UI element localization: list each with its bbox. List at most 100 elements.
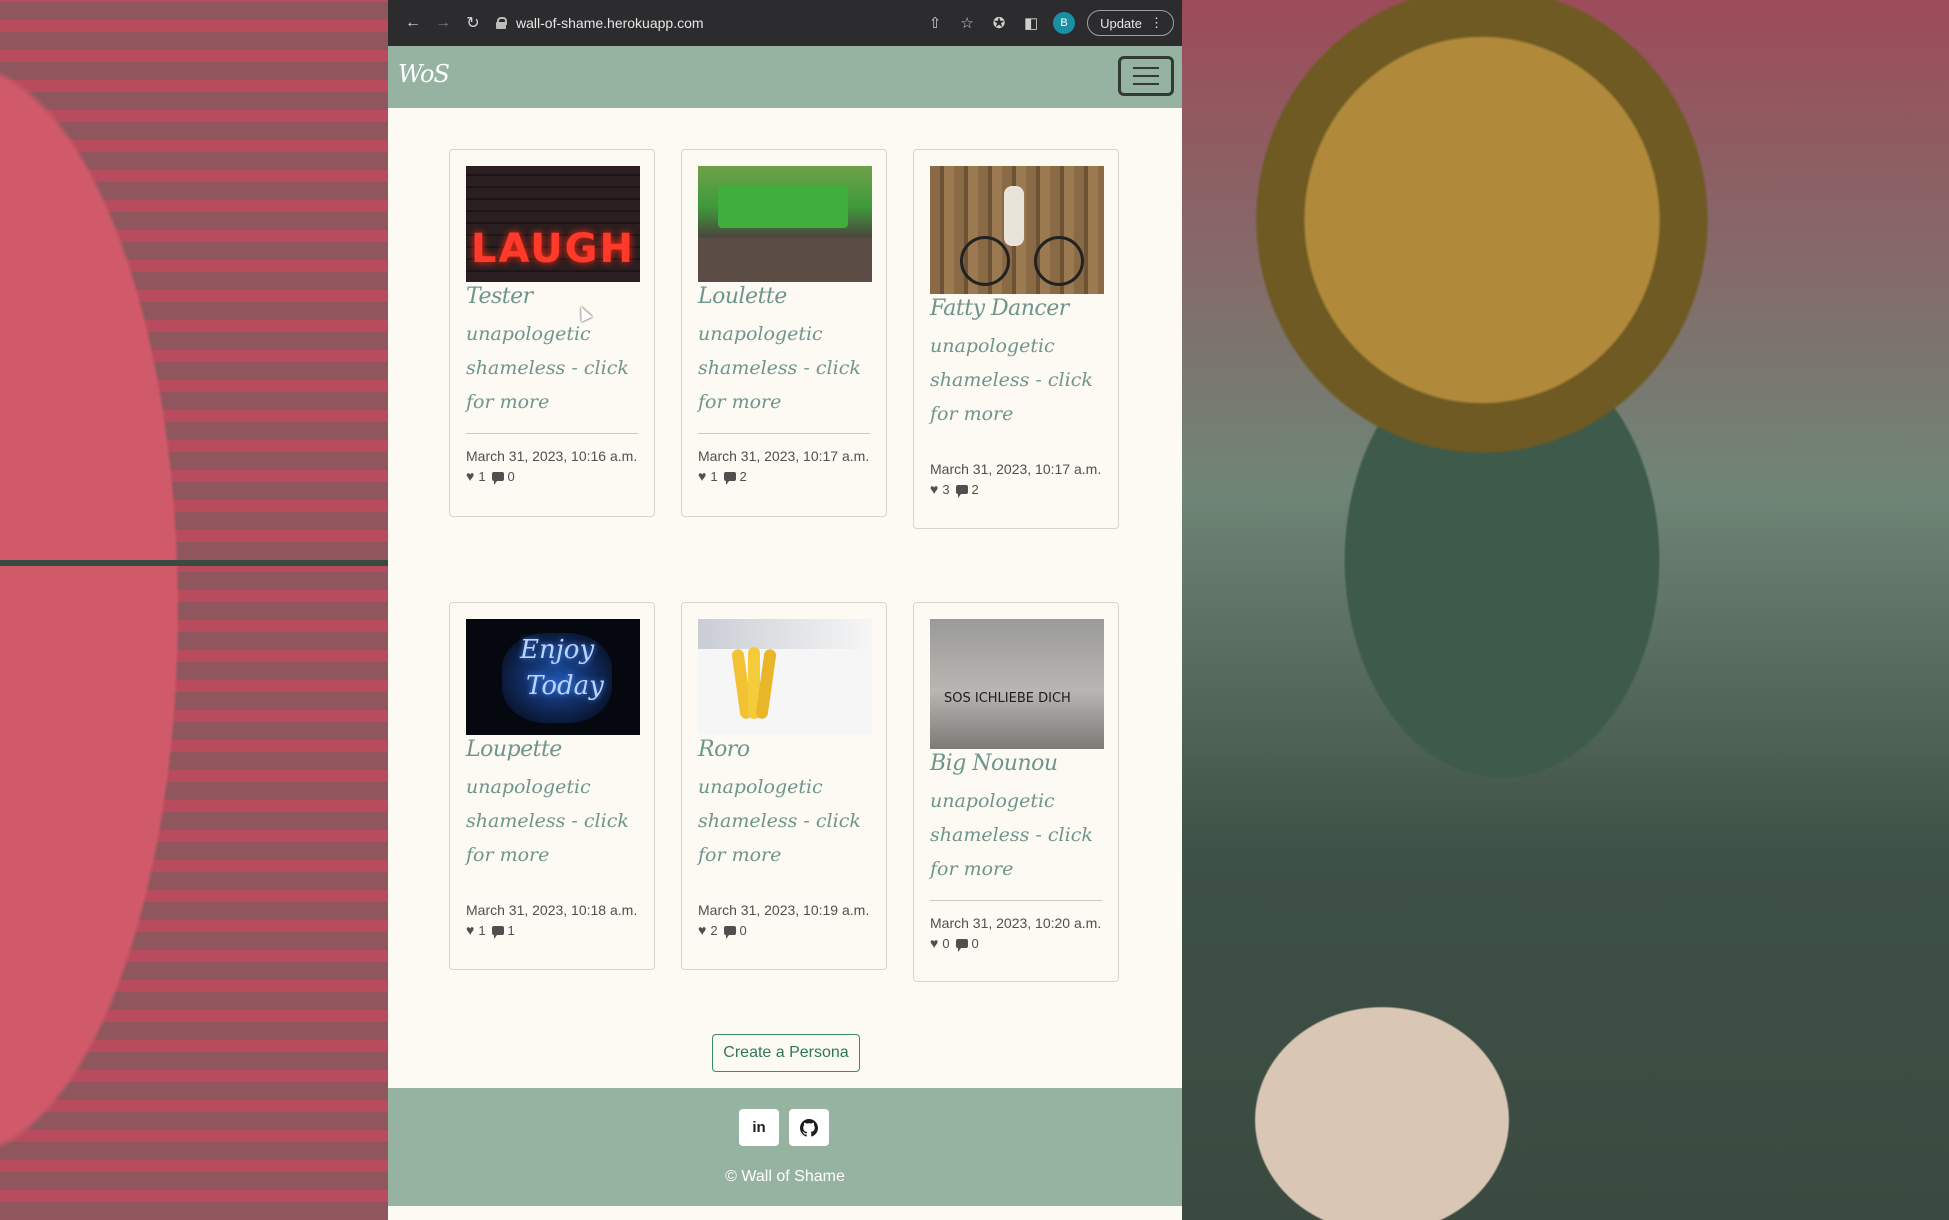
- persona-stats: ♥ 0 0: [930, 935, 1102, 952]
- update-label: Update: [1100, 15, 1142, 31]
- side-panel-icon[interactable]: ◧: [1021, 13, 1041, 33]
- social-links: in: [739, 1109, 829, 1146]
- persona-date: March 31, 2023, 10:20 a.m.: [930, 915, 1102, 931]
- persona-stats: ♥ 2 0: [698, 922, 870, 939]
- persona-stats: ♥ 1 2: [698, 468, 870, 485]
- comment-icon[interactable]: [723, 471, 736, 485]
- comments-count: 0: [507, 468, 515, 484]
- persona-card[interactable]: LAUGH Tester unapologetic shameless - cl…: [449, 149, 655, 517]
- persona-date: March 31, 2023, 10:17 a.m.: [930, 461, 1102, 477]
- site-footer: in © Wall of Shame: [388, 1088, 1182, 1206]
- likes-count: 0: [942, 935, 950, 951]
- persona-name[interactable]: Big Nounou: [930, 751, 1102, 776]
- brand-logo[interactable]: WoS: [398, 60, 450, 88]
- lock-icon: [496, 17, 507, 29]
- back-icon[interactable]: ←: [400, 10, 426, 36]
- likes-count: 1: [710, 468, 718, 484]
- persona-name[interactable]: Fatty Dancer: [930, 296, 1102, 321]
- persona-description[interactable]: unapologetic shameless - click for more: [698, 317, 870, 419]
- reload-icon[interactable]: ↻: [460, 10, 486, 36]
- persona-image[interactable]: [698, 619, 872, 735]
- comment-icon[interactable]: [723, 925, 736, 939]
- today-sign-text: Today: [526, 671, 604, 701]
- persona-stats: ♥ 3 2: [930, 481, 1102, 498]
- bookmark-star-icon[interactable]: ☆: [957, 13, 977, 33]
- address-bar[interactable]: wall-of-shame.herokuapp.com: [496, 15, 704, 31]
- desktop-wallpaper-left: [0, 0, 388, 1220]
- persona-image[interactable]: [930, 166, 1104, 294]
- persona-image[interactable]: LAUGH: [466, 166, 640, 282]
- share-icon[interactable]: ⇧: [925, 13, 945, 33]
- site-navbar: WoS: [388, 46, 1182, 108]
- browser-window: ← → ↻ wall-of-shame.herokuapp.com ⇧ ☆ ✪ …: [388, 0, 1182, 1220]
- persona-stats: ♥ 1 0: [466, 468, 638, 485]
- persona-date: March 31, 2023, 10:18 a.m.: [466, 902, 638, 918]
- github-button[interactable]: [789, 1109, 829, 1146]
- likes-count: 1: [478, 922, 486, 938]
- persona-card[interactable]: Fatty Dancer unapologetic shameless - cl…: [913, 149, 1119, 529]
- comments-count: 2: [739, 468, 747, 484]
- likes-count: 2: [710, 922, 718, 938]
- github-icon: [800, 1118, 818, 1137]
- persona-description[interactable]: unapologetic shameless - click for more: [466, 770, 638, 872]
- hamburger-icon-bar: [1133, 67, 1159, 69]
- menu-toggle-button[interactable]: [1118, 56, 1174, 96]
- persona-name[interactable]: Tester: [466, 284, 638, 309]
- heart-icon[interactable]: ♥: [466, 922, 474, 938]
- comment-icon[interactable]: [491, 471, 504, 485]
- persona-description[interactable]: unapologetic shameless - click for more: [930, 784, 1102, 886]
- comments-count: 2: [971, 481, 979, 497]
- divider: [930, 900, 1102, 901]
- profile-avatar[interactable]: B: [1053, 12, 1076, 34]
- comment-icon[interactable]: [955, 938, 968, 952]
- update-button[interactable]: Update ⋮: [1087, 10, 1174, 36]
- persona-description[interactable]: unapologetic shameless - click for more: [698, 770, 870, 872]
- hamburger-icon-bar: [1133, 75, 1159, 77]
- copyright-text: © Wall of Shame: [725, 1168, 845, 1185]
- heart-icon[interactable]: ♥: [930, 935, 938, 951]
- linkedin-button[interactable]: in: [739, 1109, 779, 1146]
- persona-card[interactable]: Loulette unapologetic shameless - click …: [681, 149, 887, 517]
- persona-image[interactable]: Enjoy Today: [466, 619, 640, 735]
- extensions-icon[interactable]: ✪: [989, 13, 1009, 33]
- divider: [466, 433, 638, 434]
- comment-icon[interactable]: [955, 484, 968, 498]
- persona-name[interactable]: Loupette: [466, 737, 638, 762]
- persona-grid: LAUGH Tester unapologetic shameless - cl…: [388, 108, 1182, 1088]
- likes-count: 3: [942, 481, 950, 497]
- linkedin-icon: in: [752, 1119, 766, 1136]
- heart-icon[interactable]: ♥: [466, 468, 474, 484]
- persona-image[interactable]: SOS ICHLIEBE DICH: [930, 619, 1104, 749]
- likes-count: 1: [478, 468, 486, 484]
- create-persona-button[interactable]: Create a Persona: [712, 1034, 860, 1072]
- persona-card[interactable]: SOS ICHLIEBE DICH Big Nounou unapologeti…: [913, 602, 1119, 982]
- heart-icon[interactable]: ♥: [930, 481, 938, 497]
- persona-name[interactable]: Loulette: [698, 284, 870, 309]
- persona-date: March 31, 2023, 10:19 a.m.: [698, 902, 870, 918]
- laugh-sign-text: LAUGH: [470, 226, 635, 272]
- comment-icon[interactable]: [491, 925, 504, 939]
- desktop-wallpaper-right: [1182, 0, 1949, 1220]
- hamburger-icon-bar: [1133, 83, 1159, 85]
- persona-name[interactable]: Roro: [698, 737, 870, 762]
- persona-card[interactable]: Roro unapologetic shameless - click for …: [681, 602, 887, 970]
- url-text[interactable]: wall-of-shame.herokuapp.com: [516, 15, 704, 31]
- browser-toolbar: ← → ↻ wall-of-shame.herokuapp.com ⇧ ☆ ✪ …: [388, 0, 1182, 46]
- comments-count: 0: [739, 922, 747, 938]
- enjoy-sign-text: Enjoy: [520, 635, 595, 665]
- persona-card[interactable]: Enjoy Today Loupette unapologetic shamel…: [449, 602, 655, 970]
- graffiti-text: SOS ICHLIEBE DICH: [944, 691, 1071, 706]
- persona-description[interactable]: unapologetic shameless - click for more: [466, 317, 638, 419]
- more-menu-icon: ⋮: [1150, 15, 1163, 30]
- forward-icon[interactable]: →: [430, 10, 456, 36]
- persona-image[interactable]: [698, 166, 872, 282]
- persona-description[interactable]: unapologetic shameless - click for more: [930, 329, 1102, 431]
- persona-date: March 31, 2023, 10:17 a.m.: [698, 448, 870, 464]
- comments-count: 1: [507, 922, 515, 938]
- persona-date: March 31, 2023, 10:16 a.m.: [466, 448, 638, 464]
- heart-icon[interactable]: ♥: [698, 468, 706, 484]
- persona-stats: ♥ 1 1: [466, 922, 638, 939]
- heart-icon[interactable]: ♥: [698, 922, 706, 938]
- comments-count: 0: [971, 935, 979, 951]
- divider: [698, 433, 870, 434]
